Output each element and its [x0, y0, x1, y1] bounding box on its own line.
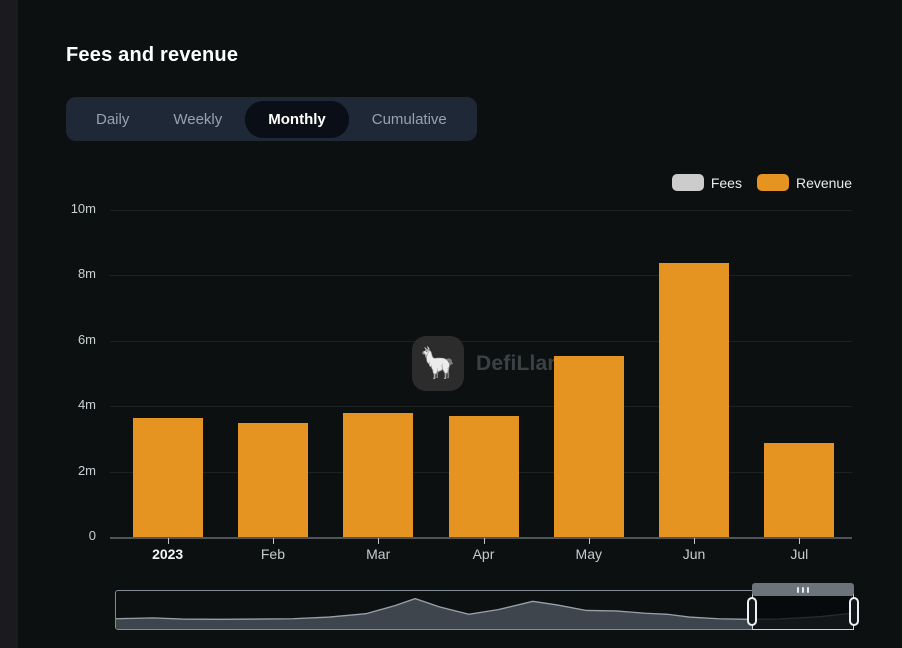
x-axis-label-jun: Jun	[649, 546, 739, 562]
bar-chart-plot: 🦙 DefiLlama 02m4m6m8m10m2023FebMarAprMay…	[0, 0, 902, 648]
minimap-area-chart	[116, 591, 851, 629]
y-axis-label-8m: 8m	[28, 266, 96, 281]
y-axis-label-6m: 6m	[28, 332, 96, 347]
y-axis-label-10m: 10m	[28, 201, 96, 216]
bar-revenue-jun[interactable]	[659, 263, 729, 537]
x-tick-feb	[273, 538, 274, 544]
bar-revenue-apr[interactable]	[449, 416, 519, 537]
x-tick-may	[589, 538, 590, 544]
llama-logo-icon: 🦙	[412, 336, 464, 391]
bar-revenue-jul[interactable]	[764, 443, 834, 537]
x-axis-label-mar: Mar	[333, 546, 423, 562]
x-axis-line	[110, 537, 852, 539]
gridline-10m	[110, 210, 852, 211]
bar-revenue-may[interactable]	[554, 356, 624, 537]
grip-dots-icon	[807, 587, 809, 593]
grip-dots-icon	[802, 587, 804, 593]
brush-right-handle[interactable]	[849, 597, 859, 626]
x-tick-jul	[799, 538, 800, 544]
gridline-4m	[110, 406, 852, 407]
bar-revenue-feb[interactable]	[238, 423, 308, 537]
grip-dots-icon	[797, 587, 799, 593]
brush-track[interactable]	[115, 590, 852, 630]
x-tick-2023	[168, 538, 169, 544]
x-axis-label-apr: Apr	[439, 546, 529, 562]
brush-left-handle[interactable]	[747, 597, 757, 626]
time-range-brush	[115, 590, 852, 630]
x-axis-label-feb: Feb	[228, 546, 318, 562]
gridline-8m	[110, 275, 852, 276]
fees-and-revenue-panel: Fees and revenue DailyWeeklyMonthlyCumul…	[0, 0, 902, 648]
x-axis-label-2023: 2023	[123, 546, 213, 562]
y-axis-label-4m: 4m	[28, 397, 96, 412]
bar-revenue-2023[interactable]	[133, 418, 203, 537]
brush-selection-window[interactable]	[752, 590, 854, 630]
bar-revenue-mar[interactable]	[343, 413, 413, 537]
x-axis-label-jul: Jul	[754, 546, 844, 562]
x-tick-jun	[694, 538, 695, 544]
x-tick-apr	[484, 538, 485, 544]
brush-drag-grip[interactable]	[752, 583, 854, 596]
y-axis-label-2m: 2m	[28, 463, 96, 478]
x-axis-label-may: May	[544, 546, 634, 562]
x-tick-mar	[378, 538, 379, 544]
y-axis-label-0: 0	[28, 528, 96, 543]
